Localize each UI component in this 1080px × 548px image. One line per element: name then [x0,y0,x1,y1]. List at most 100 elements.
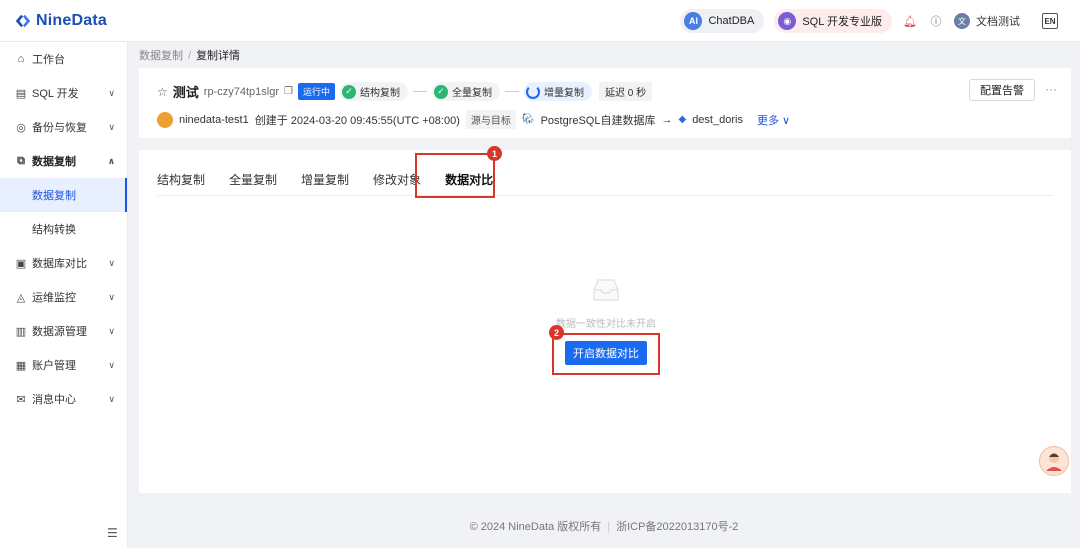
empty-text: 数据一致性对比未开启 [556,319,656,330]
logo[interactable]: NineData [0,12,128,30]
message-icon: ✉ [16,393,26,406]
ai-icon: AI [684,12,703,30]
stage-label: 全量复制 [451,88,492,99]
more-options-icon[interactable]: ··· [1045,82,1057,96]
sidebar-item-label: 工作台 [32,54,65,66]
datasource-icon: ▥ [15,325,27,338]
backup-icon: ◎ [16,121,26,134]
sidebar-item-workbench[interactable]: ⌂ 工作台 [0,42,127,76]
sidebar-item-label: 数据复制 [32,156,76,168]
chevron-down-icon: ∨ [108,359,115,370]
empty-inbox-icon [593,279,619,301]
breadcrumb-current: 复制详情 [196,50,241,62]
sidebar-item-message[interactable]: ✉ 消息中心 ∨ [0,382,127,416]
account-icon: ▦ [15,359,27,372]
help-icon[interactable]: ⓘ [928,13,944,29]
sql-pro-label: SQL 开发专业版 [802,16,882,28]
chatdba-button[interactable]: AI ChatDBA [680,9,765,33]
support-avatar[interactable] [1039,446,1069,476]
step-badge: 2 [549,325,564,340]
tab-full[interactable]: 全量复制 [229,162,277,196]
created-time: 创建于 2024-03-20 09:45:55(UTC +08:00) [254,114,460,127]
chevron-down-icon: ∨ [108,325,115,336]
logo-text: NineData [36,11,107,29]
compare-icon: ▣ [15,257,27,270]
footer: © 2024 NineData 版权所有 | 浙ICP备2022013170号-2 [128,518,1080,534]
avatar: 文 [954,13,970,29]
check-icon: ✓ [341,84,356,99]
notification-icon[interactable]: 🔔︎ [902,13,918,29]
icp-link[interactable]: 浙ICP备2022013170号-2 [616,521,738,533]
tab-structure[interactable]: 结构复制 [157,162,205,196]
stage-full: ✓ 全量复制 [431,82,500,101]
status-badge: 运行中 [297,83,335,100]
sidebar-item-label: SQL 开发 [32,88,79,100]
chevron-up-icon: ∧ [107,155,115,166]
sidebar-subitem-replication[interactable]: 数据复制 [0,178,127,212]
sql-pro-button[interactable]: ◉ SQL 开发专业版 [774,9,892,33]
sidebar-item-label: 账户管理 [32,360,76,372]
task-name: 测试 [172,85,199,100]
tab-modify-objects[interactable]: 修改对象 [373,162,421,196]
replication-icon: ⧉ [17,154,25,167]
sidebar-item-label: 备份与恢复 [32,122,87,134]
home-icon: ⌂ [17,53,25,65]
source-name: PostgreSQL自建数据库 [540,114,656,127]
configure-alarm-button[interactable]: 配置告警 [969,79,1035,101]
sidebar-item-replication[interactable]: ⧉ 数据复制 ∧ [0,144,127,178]
breadcrumb: 数据复制 / 复制详情 [139,47,240,63]
sidebar-item-label: 数据源管理 [32,326,87,338]
sidebar-item-label: 数据库对比 [32,258,87,270]
breadcrumb-parent[interactable]: 数据复制 [139,50,183,62]
source-target-label: 源与目标 [465,110,516,129]
sql-icon: ▤ [15,87,27,100]
chevron-down-icon: ∨ [108,393,115,404]
tab-bar: 结构复制 全量复制 增量复制 修改对象 数据对比 [157,162,1053,196]
loading-icon [525,84,540,99]
delay-badge: 延迟 0 秒 [598,82,653,101]
main-card: 结构复制 全量复制 增量复制 修改对象 数据对比 1 数据一致性对比未开启 2 … [139,146,1071,493]
copy-icon[interactable]: ❐ [284,86,293,97]
tab-incremental[interactable]: 增量复制 [301,162,349,196]
chevron-down-icon: ∨ [108,87,115,98]
footer-separator: | [607,521,611,533]
task-id: rp-czy74tp1slgr [203,85,279,98]
copyright: © 2024 NineData 版权所有 [469,521,602,533]
language-icon[interactable]: EN [1042,13,1058,29]
stage-incremental: 增量复制 [523,82,592,101]
task-info-card: ☆ 测试 rp-czy74tp1slgr ❐ 运行中 ✓ 结构复制 ✓ 全量复制… [139,68,1071,138]
sidebar-item-backup[interactable]: ◎ 备份与恢复 ∨ [0,110,127,144]
chatdba-label: ChatDBA [708,15,755,27]
creator-avatar [157,111,173,128]
sidebar-item-db-compare[interactable]: ▣ 数据库对比 ∨ [0,246,127,280]
arrow-icon: → [661,113,673,126]
stage-label: 增量复制 [543,88,584,99]
breadcrumb-separator: / [188,50,192,62]
support-agent-icon [1046,453,1062,471]
start-data-compare-button[interactable]: 开启数据对比 [565,341,647,365]
star-icon[interactable]: ☆ [157,85,168,99]
stage-connector [412,91,427,92]
creator-name: ninedata-test1 [179,113,249,126]
check-icon: ✓ [433,84,448,99]
sidebar-item-datasource[interactable]: ▥ 数据源管理 ∨ [0,314,127,348]
doris-icon: ◆ [678,114,687,125]
postgresql-icon: 🐘︎ [521,114,535,125]
target-name: dest_doris [692,113,743,126]
sidebar-item-label: 消息中心 [32,394,76,406]
chevron-down-icon: ∨ [108,257,115,268]
stage-connector [504,91,519,92]
user-menu[interactable]: 文 文档测试 [954,13,1020,29]
more-link[interactable]: 更多 ∨ [757,112,790,128]
user-name: 文档测试 [976,16,1020,28]
sidebar-item-monitor[interactable]: ◬ 运维监控 ∨ [0,280,127,314]
sidebar: ⌂ 工作台 ▤ SQL 开发 ∨ ◎ 备份与恢复 ∨ ⧉ 数据复制 ∧ 数据复制… [0,42,128,548]
collapse-sidebar-icon[interactable]: ☰ [107,526,118,540]
sidebar-item-account[interactable]: ▦ 账户管理 ∨ [0,348,127,382]
sidebar-item-sql[interactable]: ▤ SQL 开发 ∨ [0,76,127,110]
sidebar-subitem-structure-convert[interactable]: 结构转换 [0,212,127,246]
logo-icon [15,14,31,27]
highlight-box-tab [415,153,495,198]
chevron-down-icon: ∨ [108,121,115,132]
sidebar-item-label: 运维监控 [32,292,76,304]
